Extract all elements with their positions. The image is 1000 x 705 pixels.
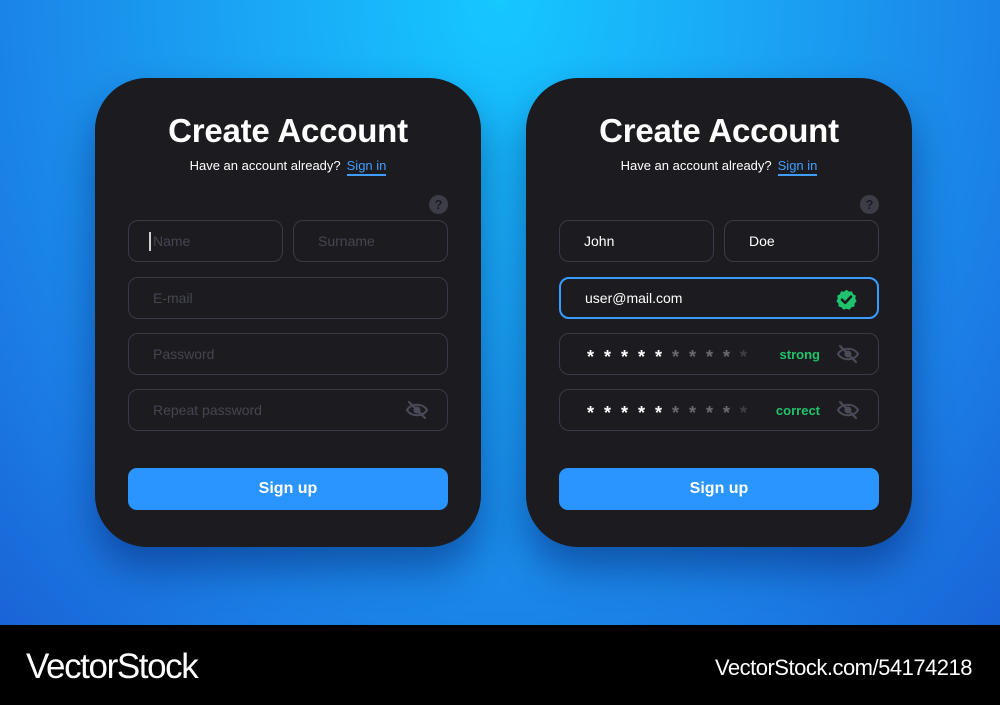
check-circle-icon [836, 289, 857, 310]
email-field[interactable]: user@mail.com [559, 277, 879, 319]
signup-card-filled: Create Account Have an account already? S… [526, 78, 912, 547]
email-value: user@mail.com [585, 290, 683, 306]
repeat-password-field[interactable]: Repeat password [128, 389, 448, 431]
signin-link[interactable]: Sign in [777, 158, 818, 176]
question-icon[interactable]: ? [860, 195, 879, 214]
signup-card-empty: Create Account Have an account already? S… [95, 78, 481, 547]
signin-prompt: Have an account already? Sign in [95, 158, 481, 176]
eye-slash-icon[interactable] [836, 400, 860, 420]
watermark-footer: VectorStock VectorStock.com/54174218 [0, 625, 1000, 705]
password-placeholder: Password [153, 346, 215, 362]
question-icon[interactable]: ? [429, 195, 448, 214]
password-field[interactable]: Password [128, 333, 448, 375]
card-title: Create Account [168, 112, 408, 149]
repeat-password-placeholder: Repeat password [153, 402, 262, 418]
text-caret [149, 232, 151, 251]
brand-logo-text: VectorStock [26, 647, 199, 686]
signin-link[interactable]: Sign in [346, 158, 387, 176]
email-field[interactable]: E-mail [128, 277, 448, 319]
signin-prompt-text: Have an account already? [620, 158, 772, 173]
eye-slash-icon[interactable] [405, 400, 429, 420]
card-title: Create Account [599, 112, 839, 149]
surname-placeholder: Surname [318, 233, 375, 249]
email-placeholder: E-mail [153, 290, 193, 306]
signup-button[interactable]: Sign up [559, 468, 879, 510]
surname-value: Doe [749, 233, 775, 249]
password-strength-label: strong [779, 346, 820, 362]
repeat-password-field[interactable]: * * * * * * * * * * correct [559, 389, 879, 431]
eye-slash-icon[interactable] [836, 344, 860, 364]
signin-prompt-text: Have an account already? [189, 158, 341, 173]
signin-prompt: Have an account already? Sign in [526, 158, 912, 176]
name-value: John [584, 233, 615, 249]
name-field[interactable]: John [559, 220, 714, 262]
name-field[interactable]: Name [128, 220, 283, 262]
surname-field[interactable]: Doe [724, 220, 879, 262]
image-reference: VectorStock.com/54174218 [714, 655, 973, 680]
password-match-label: correct [775, 402, 820, 418]
password-field[interactable]: * * * * * * * * * * strong [559, 333, 879, 375]
name-placeholder: Name [153, 233, 191, 249]
password-mask: * * * * * * * * * * [586, 347, 747, 367]
repeat-password-mask: * * * * * * * * * * [586, 403, 747, 423]
background: Create Account Have an account already? S… [0, 0, 1000, 625]
signup-button[interactable]: Sign up [128, 468, 448, 510]
surname-field[interactable]: Surname [293, 220, 448, 262]
